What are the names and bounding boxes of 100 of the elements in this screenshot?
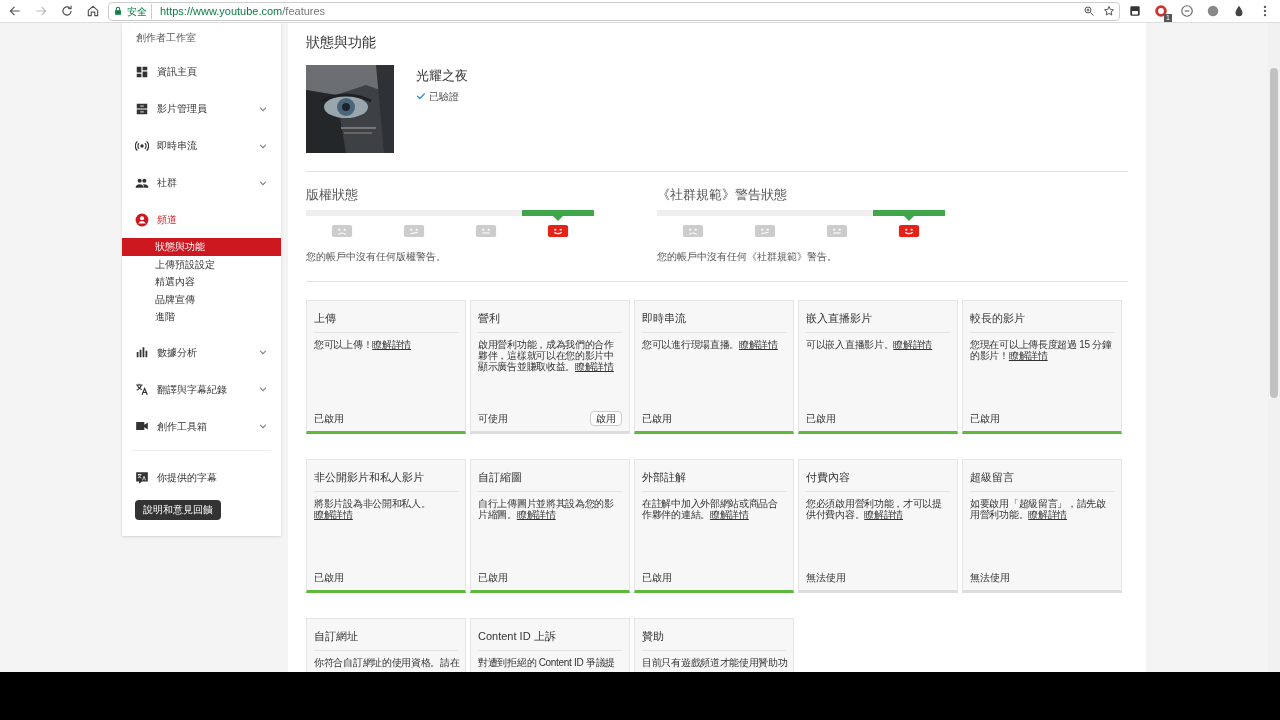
status-label: 已啟用 [806,412,836,426]
card-description: 目前只有遊戲頻道才能使用贊助功 [642,656,786,668]
card-title: 付費內容 [806,469,950,492]
happy-face-icon [898,223,920,239]
back-icon[interactable] [8,4,22,18]
card-title: 上傳 [314,310,458,333]
dashboard-icon [135,64,149,79]
chevron-down-icon[interactable] [258,384,268,394]
verified-label: 已驗證 [429,89,459,104]
learn-more-link[interactable]: 瞭解詳情 [516,508,556,520]
card-title: 外部註解 [642,469,786,492]
card-description: 你符合自訂網址的使用資格。請在 [314,656,458,668]
sidebar-subitem[interactable]: 進階 [122,308,281,326]
stop-icon [1154,4,1168,18]
sidebar-subitem[interactable]: 精選內容 [122,273,281,291]
sidebar-title: 創作者工作室 [135,31,197,45]
neutral-face-icon [475,223,497,239]
card-description: 您可以進行現場直播。瞭解詳情 [642,338,779,350]
address-bar[interactable]: 安全 https://www.youtube.com/features [108,1,1120,21]
chevron-down-icon[interactable] [258,347,268,357]
meter-message: 您的帳戶中沒有任何版權警告。 [306,250,447,264]
card-title: 自訂縮圖 [478,469,622,492]
learn-more-link[interactable]: 瞭解詳情 [314,508,353,520]
status-label: 無法使用 [806,571,846,585]
zoom-icon[interactable] [1083,5,1095,17]
meter-title: 版權狀態 [306,186,359,204]
card-title: Content ID 上訴 [478,628,622,651]
card-description: 您可以上傳！瞭解詳情 [314,338,412,350]
learn-more-link[interactable]: 瞭解詳情 [372,338,411,350]
analytics-icon [135,345,149,359]
frown-face-icon [403,223,425,239]
card-title: 營利 [478,310,622,333]
learn-more-link[interactable]: 瞭解詳情 [575,360,614,372]
sidebar-item[interactable]: 即時串流 [122,127,281,164]
sidebar-item[interactable]: 翻譯與字幕紀錄 [122,370,281,408]
card-title: 即時串流 [642,310,786,333]
live-icon [135,138,149,153]
page-title: 狀態與功能 [306,33,377,52]
card-description: 自行上傳圖片並將其設為您的影片縮圖。瞭解詳情 [478,497,615,520]
card-description: 啟用營利功能，成為我們的合作夥伴，這樣就可以在您的影片中顯示廣告並賺取收益。瞭解詳情 [478,338,615,372]
sidebar-item[interactable]: 影片管理員 [122,90,281,127]
learn-more-link[interactable]: 瞭解詳情 [864,508,903,520]
secure-label: 安全 [127,3,152,19]
status-label: 已啟用 [642,412,672,426]
home-icon[interactable] [86,4,100,18]
meter-message: 您的帳戶中沒有任何《社群規範》警告。 [657,250,838,264]
extension-icon[interactable] [1128,4,1142,18]
lock-icon [113,6,123,16]
sidebar-item[interactable]: 你提供的字幕 [122,460,281,495]
card-description: 您必須啟用營利功能，才可以提供付費內容。瞭解詳情 [806,497,943,520]
toolbox-icon [135,419,149,433]
sad-face-icon [331,223,353,239]
happy-face-icon [547,223,569,239]
meter-title: 《社群規範》警告狀態 [657,186,788,204]
reload-icon[interactable] [60,4,74,18]
card-description: 對遭到拒絕的 Content ID 爭議提 [478,656,617,668]
status-label: 已啟用 [314,571,344,585]
feedback-button[interactable]: 說明和意見回饋 [135,499,221,520]
sad-face-icon [682,223,704,239]
learn-more-link[interactable]: 瞭解詳情 [739,338,778,350]
card-description: 如要啟用「超級留言」，請先啟用營利功能。瞭解詳情 [970,497,1107,520]
card-description: 可以嵌入直播影片。瞭解詳情 [806,338,934,350]
sidebar-item[interactable]: 數據分析 [122,333,281,371]
card-title: 嵌入直播影片 [806,310,950,333]
enable-button[interactable]: 啟用 [590,411,622,426]
star-icon[interactable] [1103,5,1115,17]
status-label: 已啟用 [970,412,1000,426]
card-description: 在註解中加入外部網站或商品合作夥伴的連結。瞭解詳情 [642,497,779,520]
url-text: https://www.youtube.com/features [159,3,326,19]
sidebar-item[interactable]: 社群 [122,164,281,201]
card-title: 較長的影片 [970,310,1114,333]
sidebar-item[interactable]: 創作工具箱 [122,407,281,445]
learn-more-link[interactable]: 瞭解詳情 [1008,349,1048,361]
card-title: 贊助 [642,628,786,651]
card-description: 您現在可以上傳長度超過 15 分鐘的影片！瞭解詳情 [970,338,1113,361]
translate-icon [135,382,149,396]
sidebar-item[interactable]: 頻道 [122,201,281,238]
card-title: 非公開影片和私人影片 [314,469,458,492]
sidebar-subitem[interactable]: 品牌宣傳 [122,290,281,308]
neutral-face-icon [826,223,848,239]
card-title: 自訂網址 [314,628,458,651]
sidebar-subitem[interactable]: 上傳預設設定 [122,255,281,273]
learn-more-link[interactable]: 瞭解詳情 [1028,508,1067,520]
sidebar-subitem[interactable]: 狀態與功能 [122,238,281,256]
card-description: 將影片設為非公開和私人。 瞭解詳情 [314,497,432,520]
status-label: 可使用 [478,412,508,426]
card-title: 超級留言 [970,469,1114,492]
learn-more-link[interactable]: 瞭解詳情 [709,508,749,520]
learn-more-link[interactable]: 瞭解詳情 [893,338,933,350]
status-label: 無法使用 [970,571,1010,585]
channel-name: 光耀之夜 [416,67,468,85]
sidebar-item[interactable]: 資訊主頁 [122,53,281,90]
status-label: 已啟用 [642,571,672,585]
subtitles-icon [135,470,149,485]
frown-face-icon [754,223,776,239]
chevron-down-icon[interactable] [258,421,268,431]
videos-icon [135,101,149,116]
status-label: 已啟用 [314,412,344,426]
channel-icon [135,212,149,227]
status-label: 已啟用 [478,571,508,585]
